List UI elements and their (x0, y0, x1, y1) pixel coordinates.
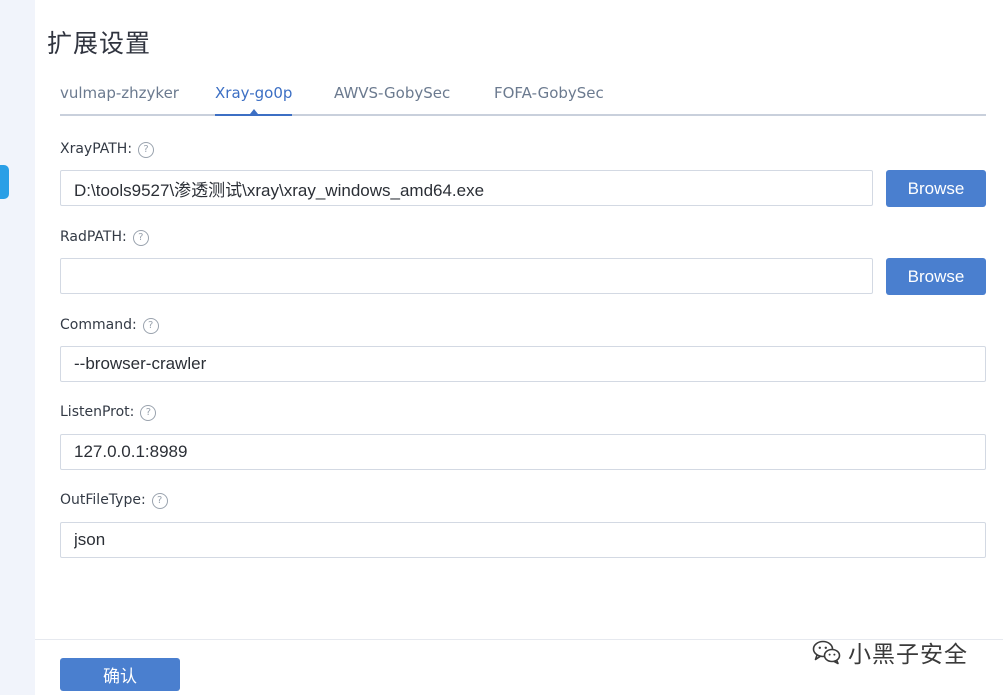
listen-port-label: ListenProt:? (60, 404, 157, 421)
listen-port-label-text: ListenProt: (60, 404, 135, 420)
out-file-type-label: OutFileType:? (60, 492, 168, 509)
command-input[interactable] (60, 346, 986, 382)
wechat-icon (812, 640, 841, 665)
rad-path-browse-button[interactable]: Browse (886, 258, 986, 295)
help-icon[interactable]: ? (151, 493, 168, 509)
out-file-type-label-text: OutFileType: (60, 492, 146, 508)
tab-xray-go0p[interactable]: Xray-go0p (215, 82, 293, 116)
tab-vulmap-zhzyker[interactable]: vulmap-zhzyker (60, 82, 179, 114)
tab-awvs-gobysec[interactable]: AWVS-GobySec (334, 82, 450, 114)
out-file-type-input[interactable] (60, 522, 986, 558)
xray-path-browse-button[interactable]: Browse (886, 170, 986, 207)
rad-path-input[interactable] (60, 258, 873, 294)
sidebar-active-indicator[interactable] (0, 165, 9, 199)
help-icon[interactable]: ? (142, 318, 159, 334)
command-label-text: Command: (60, 317, 137, 333)
tab-bar: vulmap-zhzyker Xray-go0p AWVS-GobySec FO… (60, 82, 986, 116)
help-icon[interactable]: ? (132, 230, 149, 246)
xray-path-label-text: XrayPATH: (60, 141, 133, 157)
sidebar (0, 0, 35, 695)
watermark: 小黑子安全 (812, 632, 968, 672)
watermark-text: 小黑子安全 (848, 642, 968, 668)
tab-fofa-gobysec[interactable]: FOFA-GobySec (494, 82, 604, 114)
rad-path-label: RadPATH:? (60, 229, 149, 246)
xray-path-label: XrayPATH:? (60, 141, 155, 158)
listen-port-input[interactable] (60, 434, 986, 470)
rad-path-label-text: RadPATH: (60, 229, 127, 245)
settings-panel: 扩展设置 vulmap-zhzyker Xray-go0p AWVS-GobyS… (35, 0, 1003, 695)
confirm-button[interactable]: 确认 (60, 658, 180, 691)
xray-path-input[interactable] (60, 170, 873, 206)
help-icon[interactable]: ? (138, 142, 155, 158)
help-icon[interactable]: ? (140, 405, 157, 421)
command-label: Command:? (60, 317, 159, 334)
page-title: 扩展设置 (47, 29, 152, 58)
